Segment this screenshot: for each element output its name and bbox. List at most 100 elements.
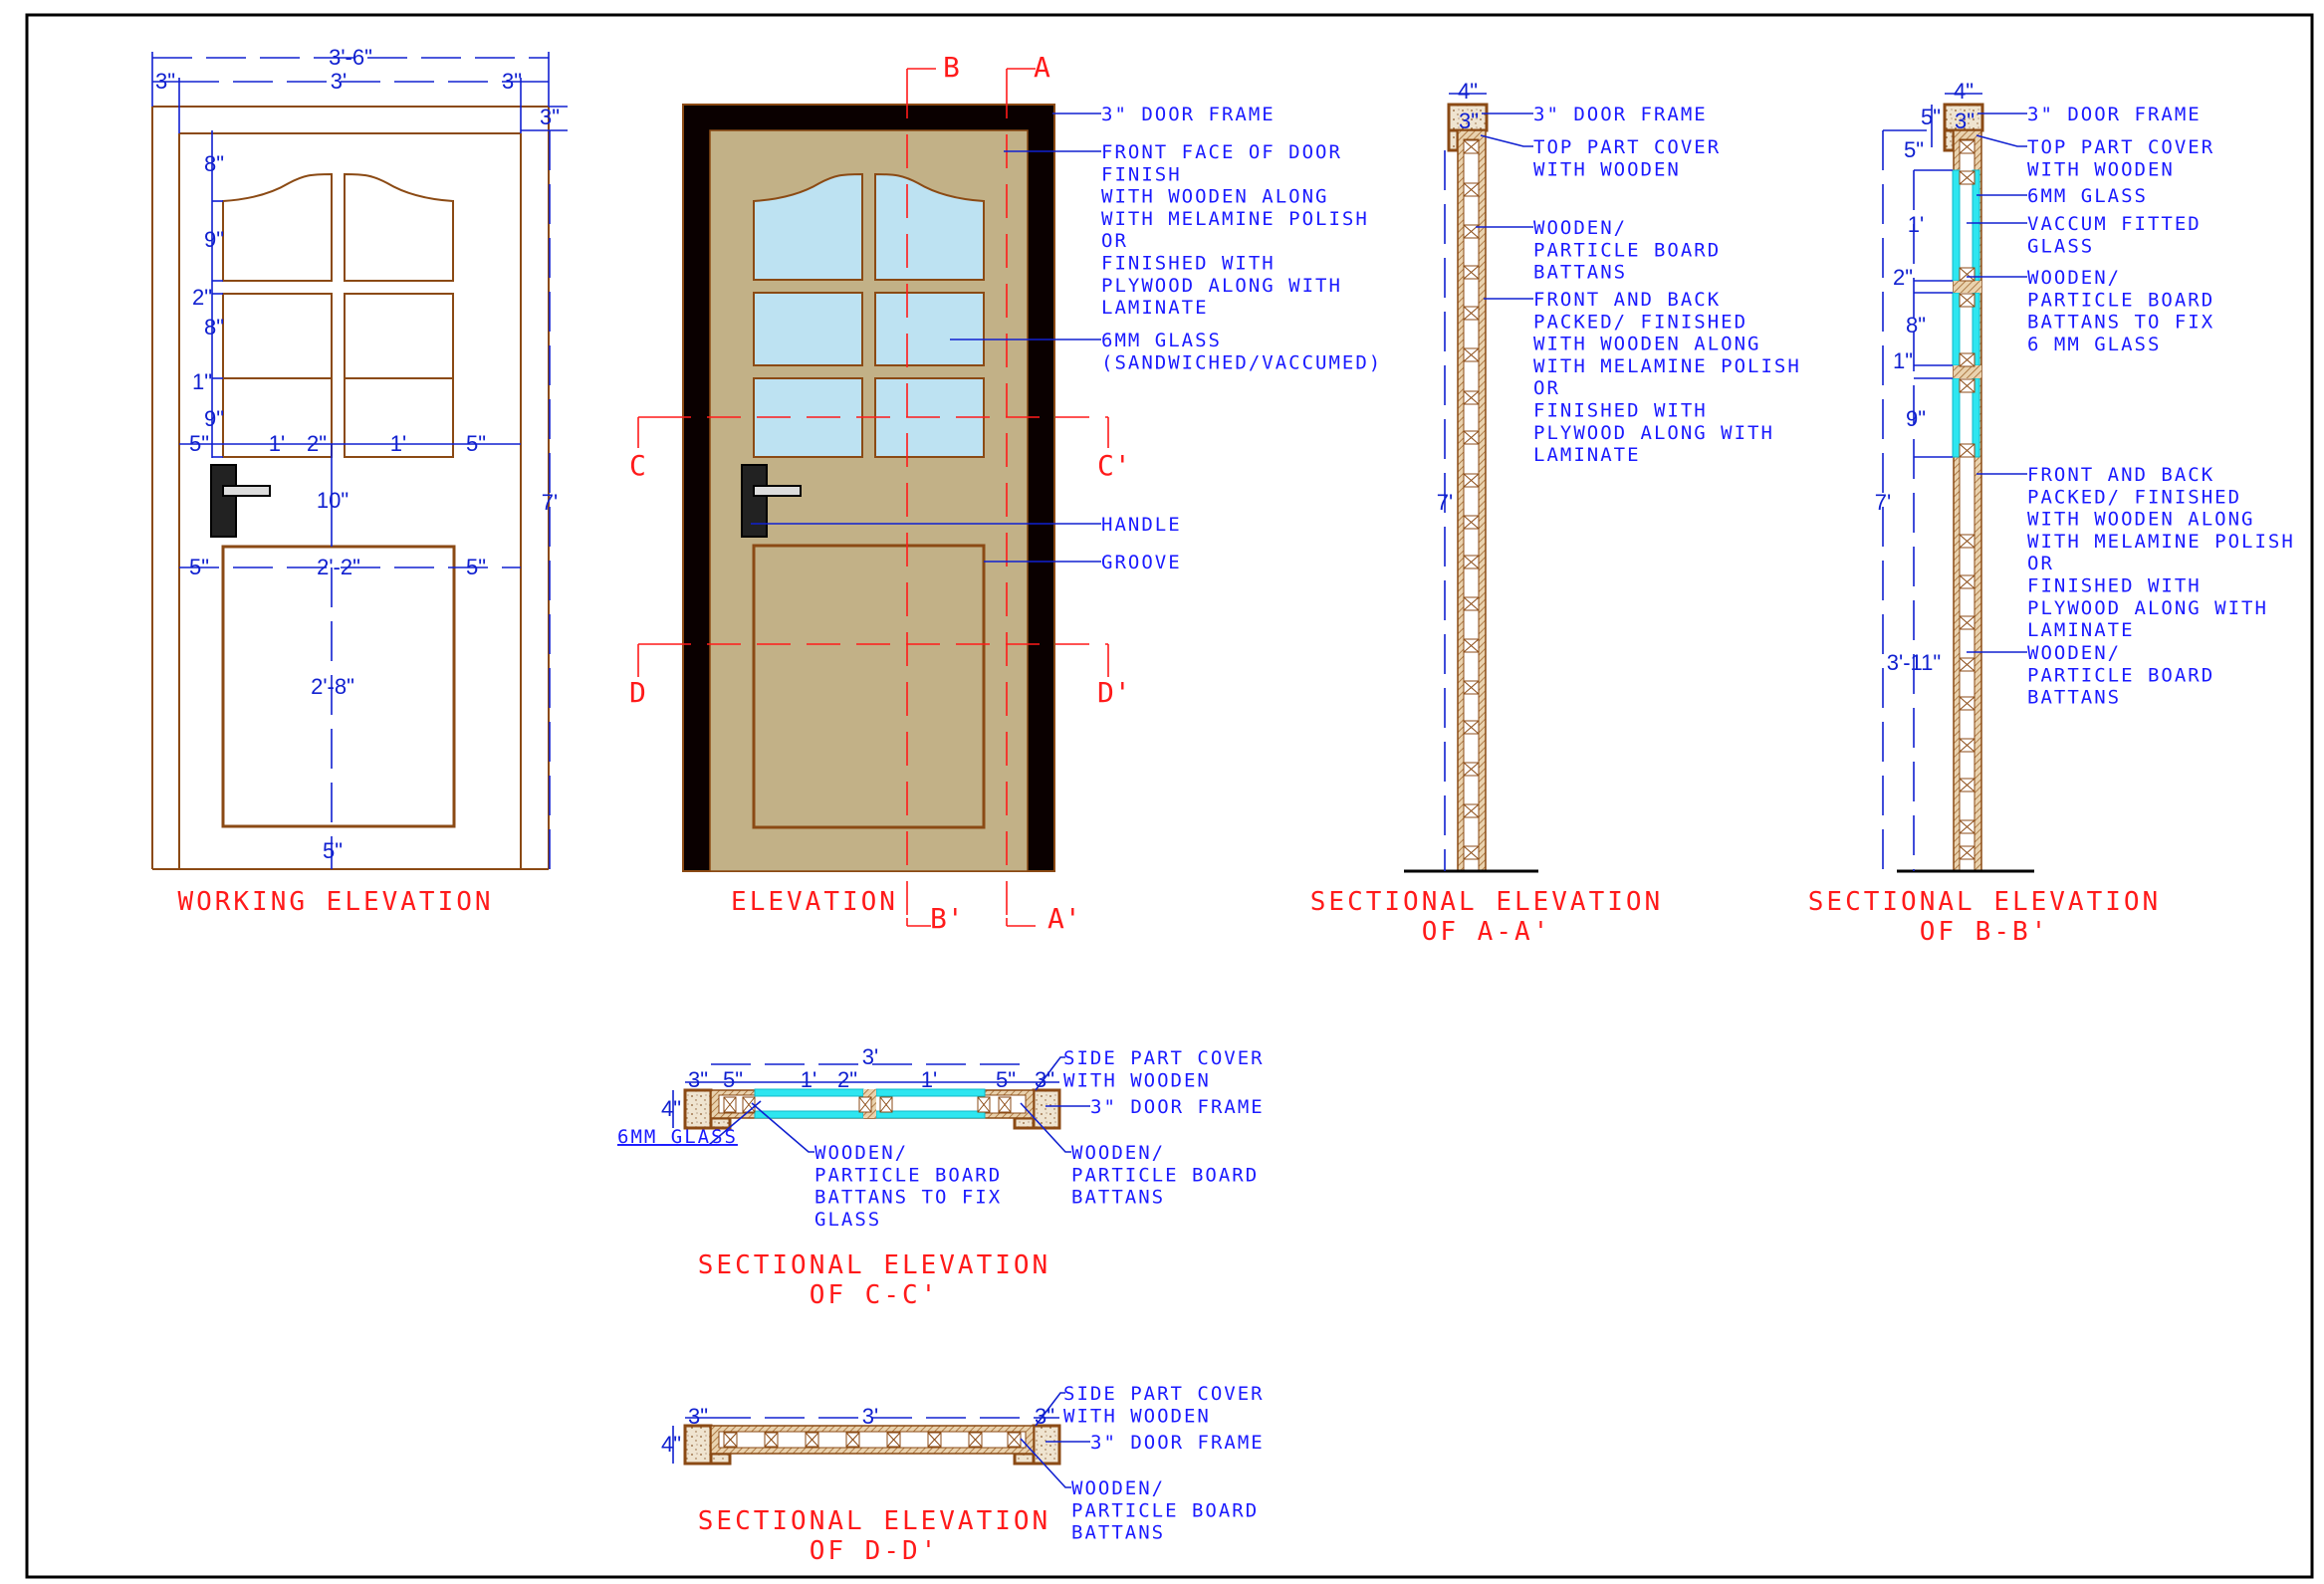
note-line: WITH WOODEN [1063,1069,1211,1091]
dim-glass1: 1' [1908,212,1924,237]
working-elevation: 3'-6" 3" 3' 3" 3" 8" 9" 2" 8" 1" 9" 5" 1… [151,45,568,917]
note-line: BATTANS TO FIX [814,1187,1002,1209]
note-line: LAMINATE [2027,619,2135,641]
dim-rail1: 2" [192,285,212,310]
dim-glass-row1: 9" [204,227,224,252]
section-mark-a: A [1034,51,1050,84]
dim-rail2: 1" [192,369,212,394]
note-finish: FRONT AND BACK PACKED/ FINISHED WITH WOODE… [2027,464,2295,641]
dim-frame-depth: 4" [1458,79,1478,104]
note-line: PARTICLE BOARD [814,1164,1002,1186]
dim-rail2: 1" [1893,348,1913,373]
note-side-cover: SIDE PART COVER WITH WOODEN [1063,1047,1265,1091]
note-line: BATTANS [2027,687,2121,709]
note-glass: 6MM GLASS [2027,185,2148,207]
dim-overall-width: 3'-6" [329,45,372,70]
note-battans-glass: WOODEN/PARTICLE BOARD BATTANS TO FIX 6 MM … [2027,267,2214,355]
section-mark-d-prime: D' [1097,676,1131,709]
dim-frame-depth: 4" [1954,79,1974,104]
note-line: 6MM GLASS [1101,330,1222,351]
dim-panel-width: 2'-2" [317,555,360,579]
dim-glass-w2: 1' [390,431,406,456]
dim-frame-width: 3" [1955,109,1975,133]
note-line: PLYWOOD ALONG WITH [2027,597,2268,619]
note-line: TOP PART COVER [1533,136,1721,158]
note-battans: WOODEN/PARTICLE BOARD BATTANS [2027,642,2214,709]
dim-top-rail: 5" [1904,137,1924,162]
note-line: WOODEN/ [1533,217,1627,239]
note-groove: GROOVE [1101,552,1182,573]
section-cc-title: SECTIONAL ELEVATION OF C-C' [698,1250,1050,1310]
section-dd: 3' 3" 3" 4" SIDE PART COVER WITH WOODEN 3… [661,1383,1265,1566]
note-battans: WOODEN/PARTICLE BOARD BATTANS [1071,1142,1259,1209]
note-battans: WOODEN/PARTICLE BOARD BATTANS [1071,1477,1259,1544]
note-line: SECTIONAL ELEVATION [1310,887,1663,917]
note-line: OR [1533,377,1560,399]
note-line: PARTICLE BOARD [2027,664,2214,686]
note-line: WOODEN/ [2027,642,2121,664]
note-line: PARTICLE BOARD [1071,1164,1259,1186]
elevation-title: ELEVATION [731,887,898,917]
note-line: WITH WOODEN [1063,1405,1211,1427]
dim-bottom-rail: 5" [323,838,343,863]
note-line: GLASS [2027,235,2094,257]
note-line: OF D-D' [810,1536,940,1566]
note-line: SECTIONAL ELEVATION [698,1506,1050,1536]
note-line: BATTANS [1071,1187,1165,1209]
dim-rail1: 2" [1893,265,1913,290]
dim-glass-w1: 1' [269,431,285,456]
section-aa: 4" 3" 7' 3" DOOR FRAME TOP PART COVER WIT… [1310,79,1801,947]
dim-glass2: 1' [921,1067,937,1092]
note-line: 6 MM GLASS [2027,334,2161,355]
dim-mullion: 2" [837,1067,857,1092]
note-side-cover: SIDE PART COVER WITH WOODEN [1063,1383,1265,1427]
note-line: WITH WOODEN ALONG [1101,186,1328,208]
section-dd-title: SECTIONAL ELEVATION OF D-D' [698,1506,1050,1566]
section-mark-a-prime: A' [1047,902,1081,935]
dim-overall-height: 7' [542,490,558,515]
dim-frame-top: 3" [540,105,560,129]
note-line: OR [1101,230,1128,252]
dim-panel-right: 5" [466,555,486,579]
note-line: SECTIONAL ELEVATION [1808,887,2161,917]
note-line: FRONT AND BACK [1533,289,1721,311]
dim-stile-l: 5" [723,1067,743,1092]
section-bb-title: SECTIONAL ELEVATION OF B-B' [1808,887,2161,947]
section-mark-c-prime: C' [1097,449,1131,482]
note-line: LAMINATE [1533,444,1641,466]
dim-frame-right: 3" [502,69,522,94]
dim-frame-height: 5" [1921,105,1941,129]
note-frame: 3" DOOR FRAME [2027,104,2202,125]
note-line: VACCUM FITTED [2027,213,2202,235]
note-line: WOODEN/ [1071,1477,1165,1499]
note-line: WITH MELAMINE POLISH [1533,355,1801,377]
dim-mullion: 2" [307,431,327,456]
note-line: WITH MELAMINE POLISH [2027,531,2295,553]
note-line: PARTICLE BOARD [1071,1499,1259,1521]
note-battans-glass: WOODEN/PARTICLE BOARD BATTANS TO FIX GLASS [814,1142,1002,1231]
handle [210,464,271,538]
note-line: WOODEN/ [814,1142,908,1164]
dim-frame-left: 3" [155,69,175,94]
dim-door-width: 3' [331,69,347,94]
note-line: WITH WOODEN ALONG [2027,509,2254,531]
note-line: SIDE PART COVER [1063,1047,1265,1069]
note-line: WITH WOODEN [2027,158,2175,180]
dim-glass-row2: 8" [204,315,224,339]
dim-lock-rail: 10" [317,488,349,513]
note-line: FINISHED WITH [1101,253,1276,275]
dim-glass1: 1' [801,1067,816,1092]
note-vacuum: VACCUM FITTED GLASS [2027,213,2202,257]
note-frame: 3" DOOR FRAME [1101,104,1276,125]
note-line: PACKED/ FINISHED [1533,311,1747,333]
note-line: WITH WOODEN ALONG [1533,334,1760,355]
glass-openings [222,172,454,458]
note-line: SIDE PART COVER [1063,1383,1265,1405]
dim-depth: 4" [661,1432,681,1457]
note-line: PLYWOOD ALONG WITH [1533,422,1774,444]
section-aa-title: SECTIONAL ELEVATION OF A-A' [1310,887,1663,947]
glass-pane [753,292,863,366]
glass-pane [874,292,985,366]
dim-frame-l: 3" [688,1404,708,1429]
dim-glass3: 9" [1906,406,1926,431]
